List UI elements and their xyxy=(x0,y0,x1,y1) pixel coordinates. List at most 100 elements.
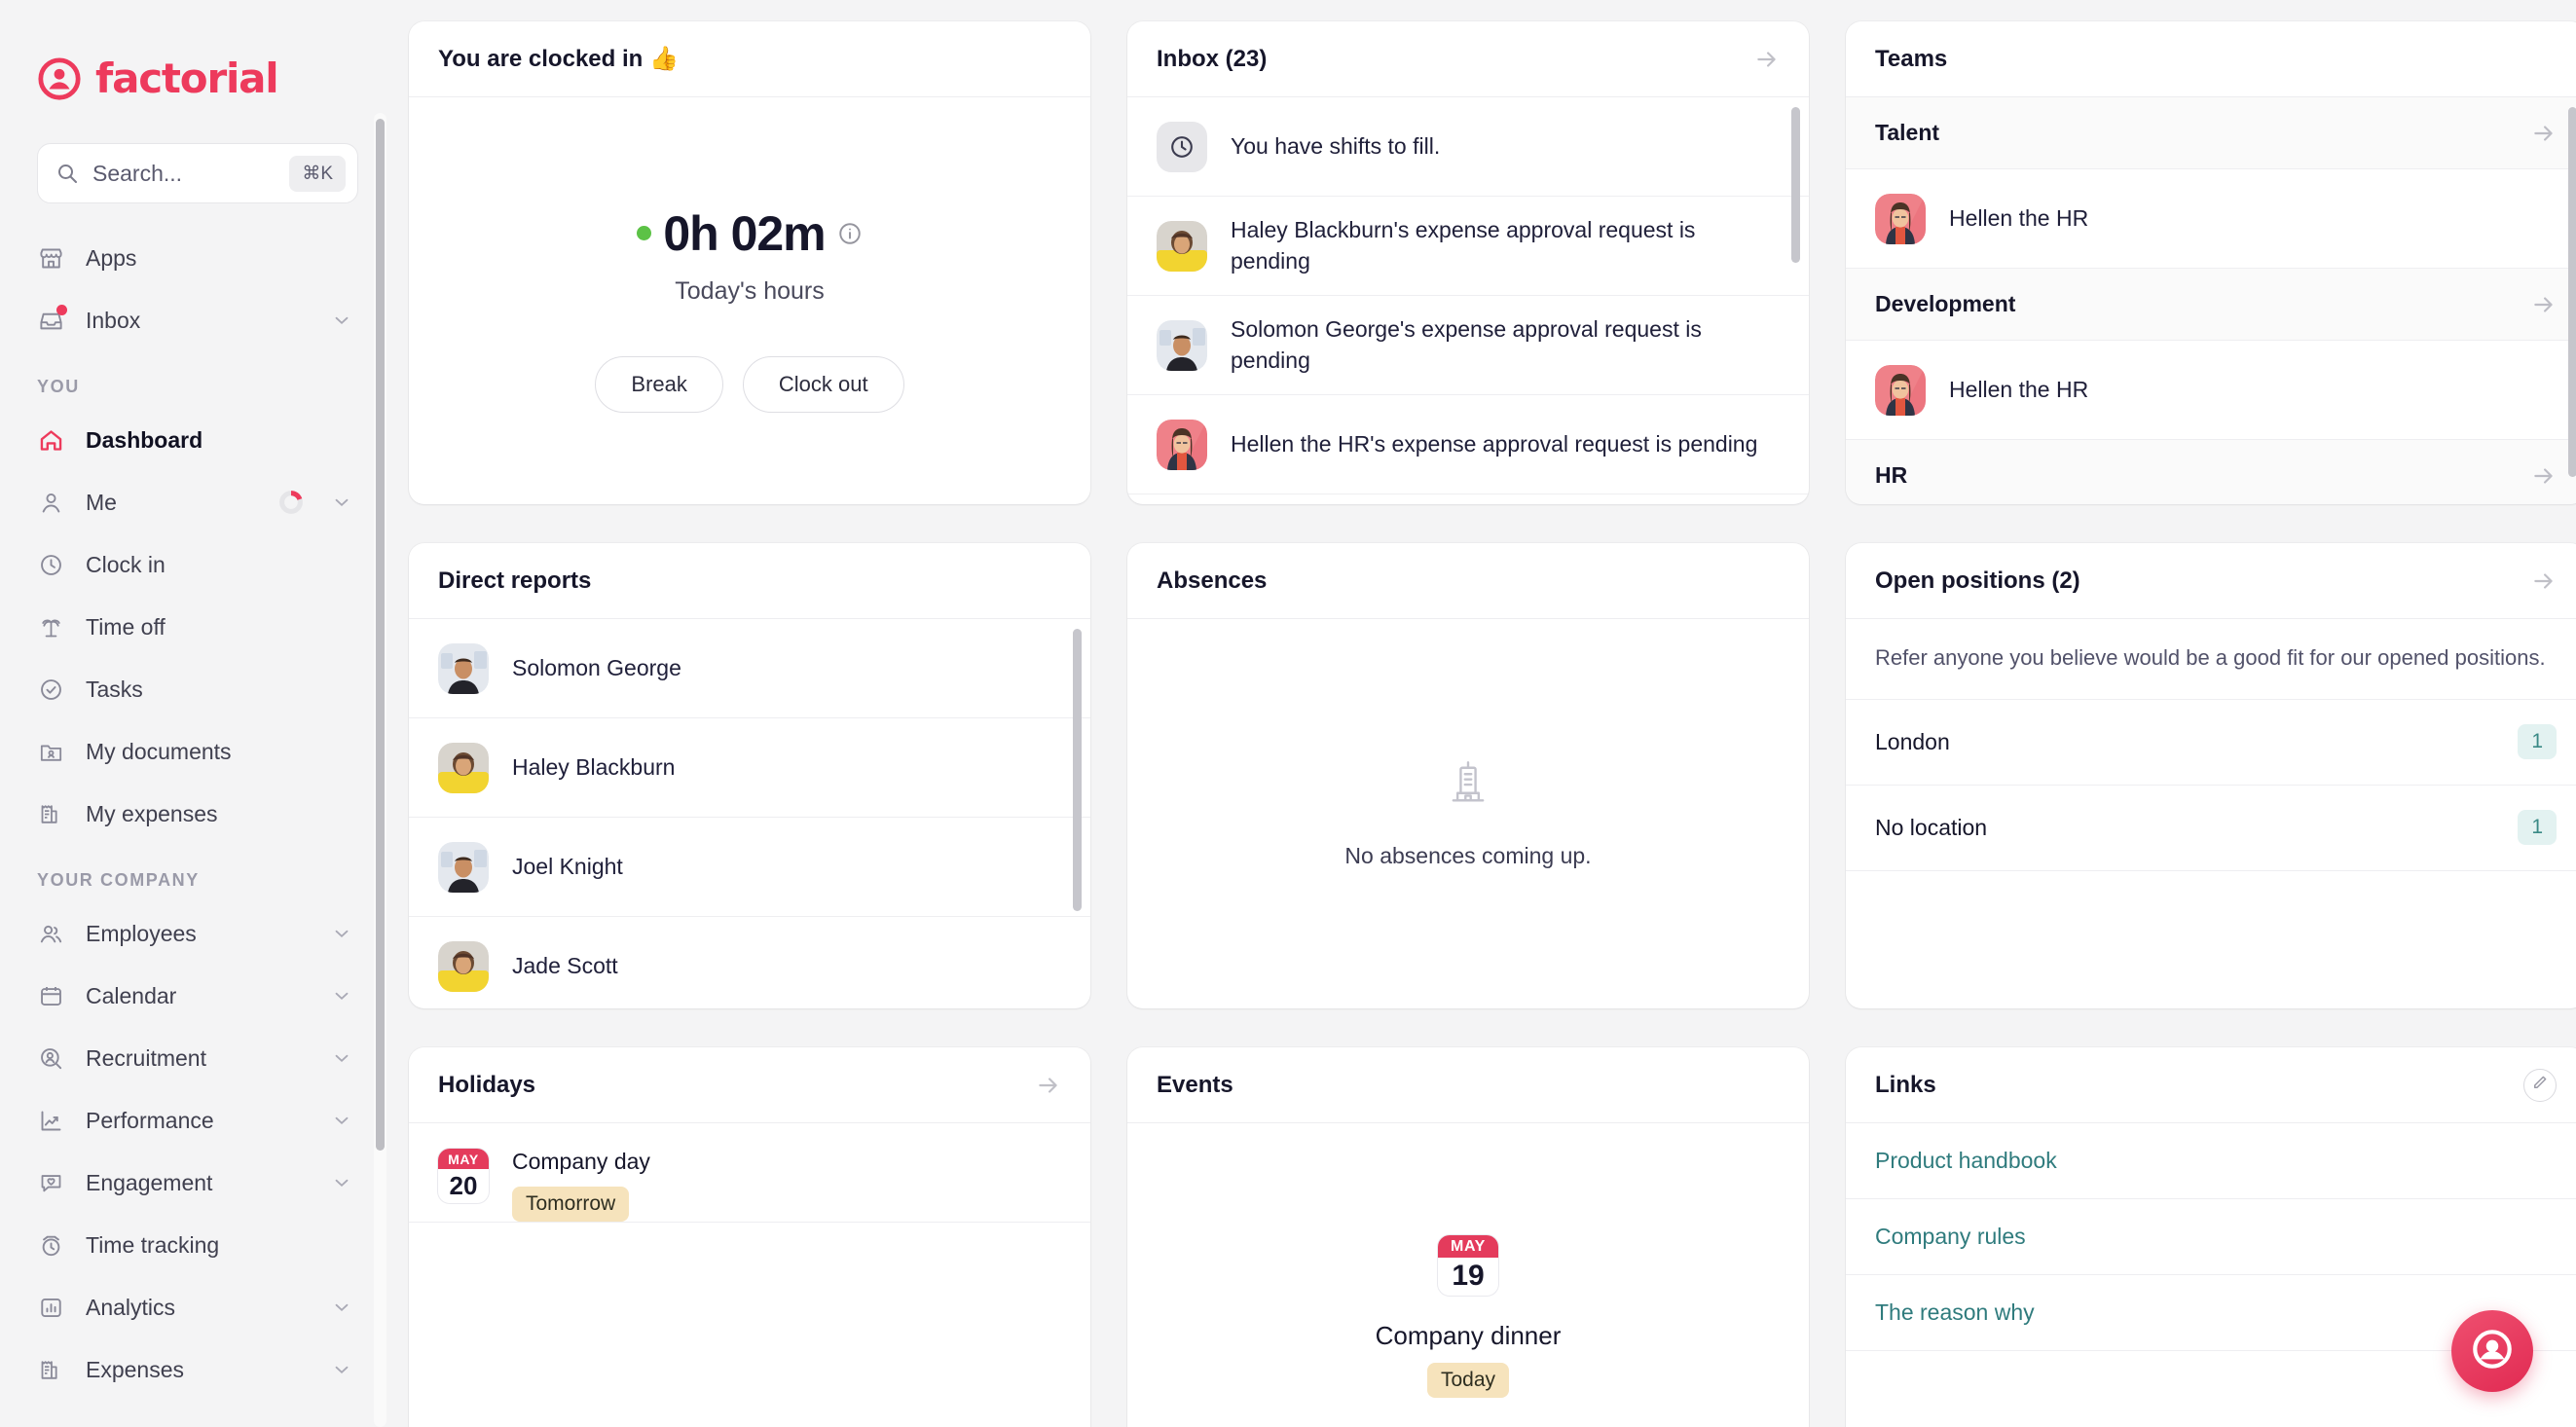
team-group-header[interactable]: Development xyxy=(1846,269,2576,341)
hours-row: 0h 02m xyxy=(637,205,862,262)
sidebar-item-analytics[interactable]: Analytics xyxy=(0,1276,386,1338)
holiday-row[interactable]: MAY 20 Company day Tomorrow xyxy=(409,1123,1090,1223)
chevron-down-icon[interactable] xyxy=(331,310,352,331)
team-member-row[interactable]: Hellen the HR xyxy=(1846,341,2576,440)
sidebar-item-time-off[interactable]: Time off xyxy=(0,596,386,658)
sidebar-item-my-expenses[interactable]: My expenses xyxy=(0,783,386,845)
arrow-right-icon[interactable] xyxy=(1754,47,1780,72)
chevron-down-icon[interactable] xyxy=(331,1047,352,1069)
sidebar-item-tasks[interactable]: Tasks xyxy=(0,658,386,720)
sidebar-item-my-documents[interactable]: My documents xyxy=(0,720,386,783)
link-label[interactable]: Product handbook xyxy=(1875,1148,2057,1174)
search-shortcut-badge: ⌘K xyxy=(289,155,346,192)
direct-report-row[interactable]: Haley Blackburn xyxy=(409,718,1090,818)
chevron-down-icon[interactable] xyxy=(331,923,352,944)
receipt-icon xyxy=(37,800,64,827)
sidebar-item-dashboard[interactable]: Dashboard xyxy=(0,409,386,471)
team-group-header[interactable]: Talent xyxy=(1846,97,2576,169)
teams-scrollbar-thumb[interactable] xyxy=(2568,107,2576,477)
position-count-badge: 1 xyxy=(2518,724,2557,760)
brand-logo[interactable]: factorial xyxy=(0,0,386,102)
avatar xyxy=(438,841,489,893)
people-icon xyxy=(37,920,64,947)
inbox-item-text: Hellen the HR's expense approval request… xyxy=(1231,430,1758,457)
inbox-item[interactable]: Haley Blackburn's expense approval reque… xyxy=(1127,197,1809,296)
arrow-right-icon[interactable] xyxy=(2531,292,2557,317)
arrow-right-icon[interactable] xyxy=(2531,463,2557,489)
sidebar-item-label: Analytics xyxy=(86,1294,176,1320)
card-title: Inbox (23) xyxy=(1157,45,1268,72)
sidebar-scrollbar-thumb[interactable] xyxy=(376,119,385,1151)
direct-report-row[interactable]: Jade Scott xyxy=(409,917,1090,1008)
chevron-down-icon[interactable] xyxy=(331,1172,352,1193)
arrow-right-icon[interactable] xyxy=(1036,1073,1061,1098)
clock-out-button[interactable]: Clock out xyxy=(742,355,904,413)
card-title: Teams xyxy=(1875,45,1948,72)
chevron-down-icon[interactable] xyxy=(331,1297,352,1318)
link-row[interactable]: Company rules xyxy=(1846,1199,2576,1275)
sidebar-item-performance[interactable]: Performance xyxy=(0,1089,386,1152)
sidebar-item-inbox[interactable]: Inbox xyxy=(0,289,386,351)
sidebar-item-time-tracking[interactable]: Time tracking xyxy=(0,1214,386,1276)
direct-reports-scrollbar-thumb[interactable] xyxy=(1073,629,1082,911)
search-input[interactable]: Search... ⌘K xyxy=(37,143,358,203)
link-row[interactable]: Product handbook xyxy=(1846,1123,2576,1199)
position-count-badge: 1 xyxy=(2518,810,2557,846)
inbox-scrollbar-thumb[interactable] xyxy=(1791,107,1800,263)
team-member-row[interactable]: Hellen the HR xyxy=(1846,169,2576,269)
sidebar-item-apps[interactable]: Apps xyxy=(0,227,386,289)
sidebar-section-you: YOU xyxy=(37,377,80,396)
arrow-right-icon[interactable] xyxy=(2531,568,2557,594)
recruit-icon xyxy=(37,1044,64,1072)
sidebar-item-me[interactable]: Me xyxy=(0,471,386,533)
card-title: Direct reports xyxy=(438,567,592,594)
home-icon xyxy=(37,426,64,454)
today-hours-label: Today's hours xyxy=(675,276,825,305)
edit-links-button[interactable] xyxy=(2523,1068,2557,1102)
position-location: London xyxy=(1875,728,1950,754)
bar-chart-icon xyxy=(37,1294,64,1321)
card-header: Teams xyxy=(1846,21,2576,97)
sidebar-item-recruitment[interactable]: Recruitment xyxy=(0,1027,386,1089)
open-position-row[interactable]: No location 1 xyxy=(1846,786,2576,871)
chevron-down-icon[interactable] xyxy=(331,1110,352,1131)
event-featured[interactable]: MAY 19 Company dinner Today xyxy=(1127,1123,1809,1427)
info-icon[interactable] xyxy=(837,221,863,246)
arrow-right-icon[interactable] xyxy=(2531,121,2557,146)
sidebar-item-calendar[interactable]: Calendar xyxy=(0,965,386,1027)
inbox-item[interactable]: Hellen the HR's expense approval request… xyxy=(1127,395,1809,494)
avatar xyxy=(1157,319,1207,371)
sidebar-item-label: Clock in xyxy=(86,551,166,577)
check-circle-icon xyxy=(37,676,64,703)
card-header: Holidays xyxy=(409,1047,1090,1123)
chevron-down-icon[interactable] xyxy=(331,985,352,1006)
sidebar-item-label: Inbox xyxy=(86,307,141,333)
open-position-row[interactable]: London 1 xyxy=(1846,700,2576,786)
card-title: Open positions (2) xyxy=(1875,567,2080,594)
break-button[interactable]: Break xyxy=(595,355,723,413)
support-fab-button[interactable] xyxy=(2451,1310,2533,1392)
team-group-header[interactable]: HR xyxy=(1846,440,2576,504)
chat-heart-icon xyxy=(37,1169,64,1196)
position-location: No location xyxy=(1875,814,1988,840)
inbox-item[interactable]: You have shifts to fill. xyxy=(1127,97,1809,197)
sidebar-item-label: My documents xyxy=(86,738,232,764)
today-hours-value: 0h 02m xyxy=(663,205,826,261)
direct-report-row[interactable]: Solomon George xyxy=(409,619,1090,718)
sidebar-item-expenses[interactable]: Expenses xyxy=(0,1338,386,1401)
direct-report-row[interactable]: Joel Knight xyxy=(409,818,1090,917)
link-label[interactable]: Company rules xyxy=(1875,1224,2026,1250)
chevron-down-icon[interactable] xyxy=(331,492,352,513)
link-label[interactable]: The reason why xyxy=(1875,1299,2035,1326)
calendar-chip: MAY 20 xyxy=(438,1149,489,1203)
chevron-down-icon[interactable] xyxy=(331,1359,352,1380)
open-positions-card: Open positions (2) Refer anyone you beli… xyxy=(1846,543,2576,1008)
inbox-item[interactable]: Solomon George's expense approval reques… xyxy=(1127,296,1809,395)
card-header: Inbox (23) xyxy=(1127,21,1809,97)
holiday-tag: Tomorrow xyxy=(512,1187,630,1222)
direct-report-name: Solomon George xyxy=(512,654,681,680)
sidebar-item-engagement[interactable]: Engagement xyxy=(0,1152,386,1214)
sidebar-item-clock-in[interactable]: Clock in xyxy=(0,533,386,596)
sidebar-item-employees[interactable]: Employees xyxy=(0,902,386,965)
palm-icon xyxy=(37,613,64,640)
